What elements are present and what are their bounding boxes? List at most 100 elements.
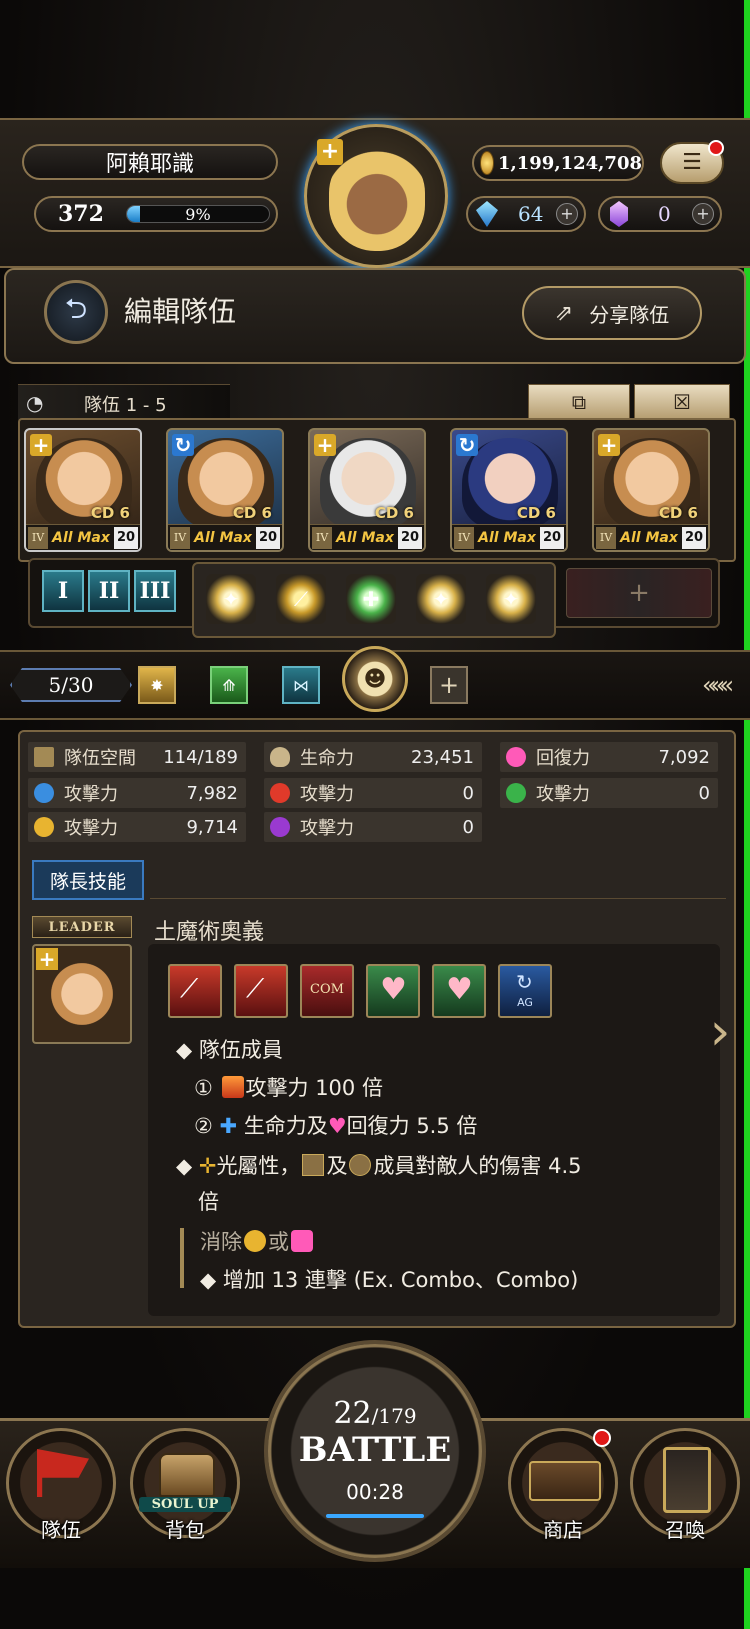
menu-icon: ☰ [682, 150, 702, 175]
heart-small-icon: ♥ [327, 1114, 347, 1138]
stat-hp: 生命力 23,451 [264, 742, 482, 772]
skill-text: 及 [326, 1154, 348, 1178]
skill-line-3: ② ✚ 生命力及♥回復力 5.5 倍 [194, 1110, 477, 1140]
nav-team-label: 隊伍 [41, 1518, 81, 1542]
skill-text: 成員對敵人的傷害 4.5 [373, 1154, 582, 1178]
page-title: 編輯隊伍 [124, 295, 237, 328]
notification-dot [708, 140, 724, 156]
stat-value: 0 [462, 816, 474, 838]
stat-wood-attack: 攻擊力 0 [500, 778, 718, 808]
diamond-box: 64 + [466, 196, 586, 232]
rank-badge: IV [454, 526, 474, 549]
stat-label: 攻擊力 [64, 818, 118, 839]
stat-recovery: 回復力 7,092 [500, 742, 718, 772]
copy-team-button[interactable]: ⧉ [528, 384, 630, 420]
level-exp-box: 372 9% [34, 196, 278, 232]
team-member-card[interactable]: + CD 6 IV All Max 20 [592, 428, 710, 552]
share-team-button[interactable]: ⇗ 分享隊伍 [522, 286, 702, 340]
team-member-card[interactable]: + CD 6 IV All Max 20 [24, 428, 142, 552]
team-member-card[interactable]: ↻ CD 6 IV All Max 20 [450, 428, 568, 552]
skill-text: 生命力及 [243, 1114, 328, 1138]
active-skill-orb[interactable]: ✦ [486, 574, 536, 624]
summon-card-icon [663, 1447, 711, 1513]
skill-text: 或 [268, 1230, 289, 1254]
filter-race-button[interactable]: ☻ [342, 646, 408, 712]
water-icon [34, 783, 54, 803]
back-button[interactable]: ⮌ [44, 280, 108, 344]
filter-butterfly-button[interactable]: ⋈ [282, 666, 320, 704]
player-avatar[interactable]: + [304, 124, 448, 268]
item-number: ① [194, 1076, 213, 1100]
preset-button-1[interactable]: I [42, 570, 84, 612]
back-icon: ⮌ [64, 292, 88, 325]
hp-icon [270, 747, 290, 767]
leader-skill-tab[interactable]: 隊長技能 [32, 860, 144, 900]
gold-box: 1,199,124,708 [472, 145, 644, 181]
share-icon: ⇗ [554, 300, 574, 326]
filter-add-button[interactable]: + [430, 666, 468, 704]
skill-text: 攻擊力 100 倍 [245, 1076, 383, 1100]
shop-sign-icon [529, 1461, 601, 1501]
butterfly-icon: ⋈ [293, 675, 309, 695]
team-tab[interactable]: ◔ 隊伍 1 - 5 [18, 384, 230, 420]
sword-icon: ⟋ [180, 974, 199, 1004]
next-page-button[interactable]: › [698, 990, 742, 1074]
clear-team-button[interactable]: ☒ [634, 384, 730, 420]
rank-badge: IV [312, 526, 332, 549]
heart-plus-icon: ♥ [446, 972, 473, 1007]
status-label: All Max [194, 529, 252, 546]
battle-button[interactable]: 22/179 BATTLE 00:28 [268, 1344, 482, 1558]
active-skill-orb[interactable]: ✚ [346, 574, 396, 624]
water-attribute-icon: ↻ [172, 434, 194, 456]
filter-light-button[interactable]: ✸ [138, 666, 176, 704]
skill-text: 倍 [198, 1190, 219, 1214]
crystal-box: 0 + [598, 196, 722, 232]
skill-line-1: ◆ 隊伍成員 [176, 1038, 283, 1062]
ag-icon: AG ↻ [498, 964, 552, 1018]
clear-icon: ☒ [673, 390, 691, 414]
skill-level: 20 [256, 526, 280, 549]
stat-value: 0 [462, 782, 474, 804]
skill-level: 20 [682, 526, 706, 549]
stat-team-space: 隊伍空間 114/189 [28, 742, 246, 772]
sword-icon: ⟋ [294, 587, 308, 611]
team-member-card[interactable]: + CD 6 IV All Max 20 [308, 428, 426, 552]
active-skill-orb[interactable]: ✦ [206, 574, 256, 624]
skill-level: 20 [398, 526, 422, 549]
gold-coin-icon [480, 151, 494, 175]
add-diamond-button[interactable]: + [556, 203, 578, 225]
gold-amount: 1,199,124,708 [497, 152, 642, 174]
race-human-icon [349, 1154, 372, 1176]
preset-button-3[interactable]: III [134, 570, 176, 612]
skill-line-4: ◆ ✛光屬性，及成員對敵人的傷害 4.5 倍 [176, 1154, 582, 1214]
leader-skill-name: 土魔術奧義 [154, 920, 265, 945]
stat-label: 隊伍空間 [64, 748, 136, 769]
player-name: 阿賴耶識 [105, 152, 194, 177]
red-flag-icon [37, 1449, 89, 1497]
stat-value: 7,982 [186, 782, 238, 804]
status-label: All Max [478, 529, 536, 546]
cd-label: CD 6 [90, 504, 130, 522]
battle-timer: 00:28 [346, 1480, 404, 1504]
heal-orb-icon: ✚ [362, 587, 380, 611]
tab-underline [150, 898, 726, 899]
team-count-box: 5/30 [10, 668, 132, 702]
rank-badge: IV [28, 526, 48, 549]
add-crystal-button[interactable]: + [692, 203, 714, 225]
nav-summon-label: 召喚 [665, 1518, 705, 1542]
share-team-label: 分享隊伍 [589, 302, 670, 327]
leader-portrait[interactable]: + [32, 944, 132, 1044]
team-member-card[interactable]: ↻ CD 6 IV All Max 20 [166, 428, 284, 552]
preset-button-2[interactable]: II [88, 570, 130, 612]
stat-water-attack: 攻擊力 7,982 [28, 778, 246, 808]
collapse-arrows-button[interactable]: ««« [692, 668, 738, 702]
race-god-icon [302, 1154, 325, 1176]
player-level: 372 [58, 201, 104, 227]
add-support-slot[interactable]: + [566, 568, 712, 618]
menu-button[interactable]: ☰ [660, 140, 724, 184]
diamond-amount: 64 [518, 202, 544, 226]
active-skill-orb[interactable]: ⟋ [276, 574, 326, 624]
filter-wood-button[interactable]: ⟰ [210, 666, 248, 704]
active-skill-orb[interactable]: ✦ [416, 574, 466, 624]
light-attribute-icon: + [36, 948, 58, 970]
